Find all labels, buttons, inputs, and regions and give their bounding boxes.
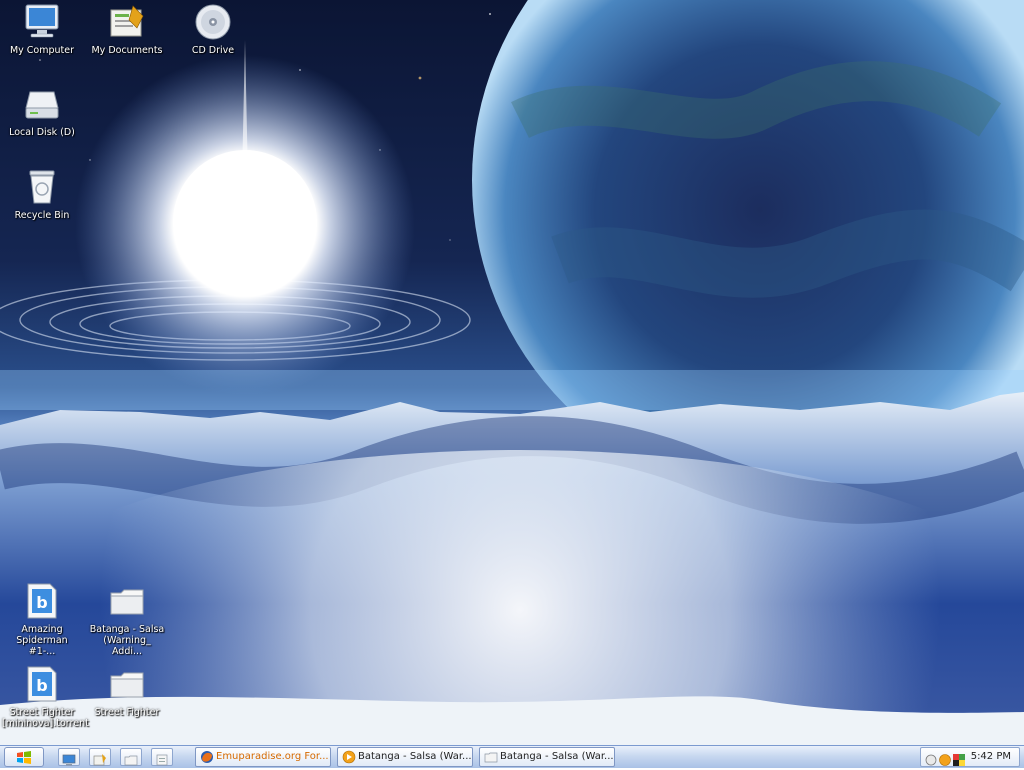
desktop-icon-recycle-bin[interactable]: Recycle Bin <box>2 167 82 221</box>
my-computer-icon <box>22 2 62 42</box>
desktop-icon-label: Street Fighter [mininova].torrent <box>2 707 89 729</box>
start-button[interactable] <box>4 747 44 767</box>
taskbar-button-label: Emuparadise.org For... <box>216 751 329 762</box>
media-player-tray-icon[interactable] <box>939 751 951 770</box>
desktop-icon-batanga-folder[interactable]: Batanga - Salsa (Warning_ Addi... <box>87 581 167 657</box>
desktop-icon-label: Batanga - Salsa (Warning_ Addi... <box>89 624 165 657</box>
desktop-icon-cd-drive[interactable]: CD Drive <box>173 2 253 56</box>
document-icon <box>155 751 169 770</box>
torrent-file-icon: b <box>22 581 62 621</box>
desktop-icon-label: Amazing Spiderman #1-... <box>16 624 68 657</box>
recycle-bin-icon <box>22 167 62 207</box>
desktop-icon-local-disk[interactable]: Local Disk (D) <box>2 84 82 138</box>
folder-icon <box>484 750 498 764</box>
desktop-icon-amazing-spiderman-torrent[interactable]: b Amazing Spiderman #1-... <box>2 581 82 657</box>
windows-logo-icon <box>16 750 32 769</box>
desktop-icon-my-computer[interactable]: My Computer <box>2 2 82 56</box>
documents-icon <box>93 751 107 770</box>
folder-icon <box>107 664 147 704</box>
quicklaunch-app[interactable] <box>151 748 173 766</box>
taskbar-button-batanga-folder[interactable]: Batanga - Salsa (War... <box>479 747 615 767</box>
taskbar-button-label: Batanga - Salsa (War... <box>358 751 472 762</box>
desktop-icon-label: Local Disk (D) <box>9 127 75 138</box>
quicklaunch-show-desktop[interactable] <box>58 748 80 766</box>
cd-drive-icon <box>193 2 233 42</box>
folder-icon <box>107 581 147 621</box>
media-player-icon <box>342 750 356 764</box>
desktop-icon-street-fighter-folder[interactable]: Street Fighter <box>87 664 167 718</box>
quicklaunch-documents[interactable] <box>89 748 111 766</box>
desktop-icon-label: My Documents <box>91 45 163 56</box>
taskbar-button-batanga-media[interactable]: Batanga - Salsa (War... <box>337 747 473 767</box>
desktop-icon-label: My Computer <box>9 45 75 56</box>
taskbar: Emuparadise.org For... Batanga - Salsa (… <box>0 745 1024 768</box>
system-tray: 5:42 PM <box>920 747 1020 767</box>
quicklaunch-folder[interactable] <box>120 748 142 766</box>
desktop-icon-my-documents[interactable]: My Documents <box>87 2 167 56</box>
show-desktop-icon <box>62 751 76 770</box>
local-disk-icon <box>22 84 62 124</box>
taskbar-clock[interactable]: 5:42 PM <box>971 748 1011 766</box>
svg-text:b: b <box>36 676 47 695</box>
network-status-icon[interactable] <box>925 751 937 770</box>
my-documents-icon <box>107 2 147 42</box>
svg-text:b: b <box>36 593 47 612</box>
desktop-icon-label: CD Drive <box>191 45 235 56</box>
desktop-icon-street-fighter-torrent[interactable]: b Street Fighter [mininova].torrent <box>2 664 89 729</box>
windows-flag-tray-icon[interactable] <box>953 751 965 770</box>
folder-icon <box>124 751 138 770</box>
taskbar-button-emuparadise[interactable]: Emuparadise.org For... <box>195 747 331 767</box>
torrent-file-icon: b <box>22 664 62 704</box>
firefox-icon <box>200 750 214 764</box>
taskbar-button-label: Batanga - Salsa (War... <box>500 751 614 762</box>
desktop-icon-label: Street Fighter <box>94 707 160 718</box>
desktop-icon-label: Recycle Bin <box>14 210 70 221</box>
